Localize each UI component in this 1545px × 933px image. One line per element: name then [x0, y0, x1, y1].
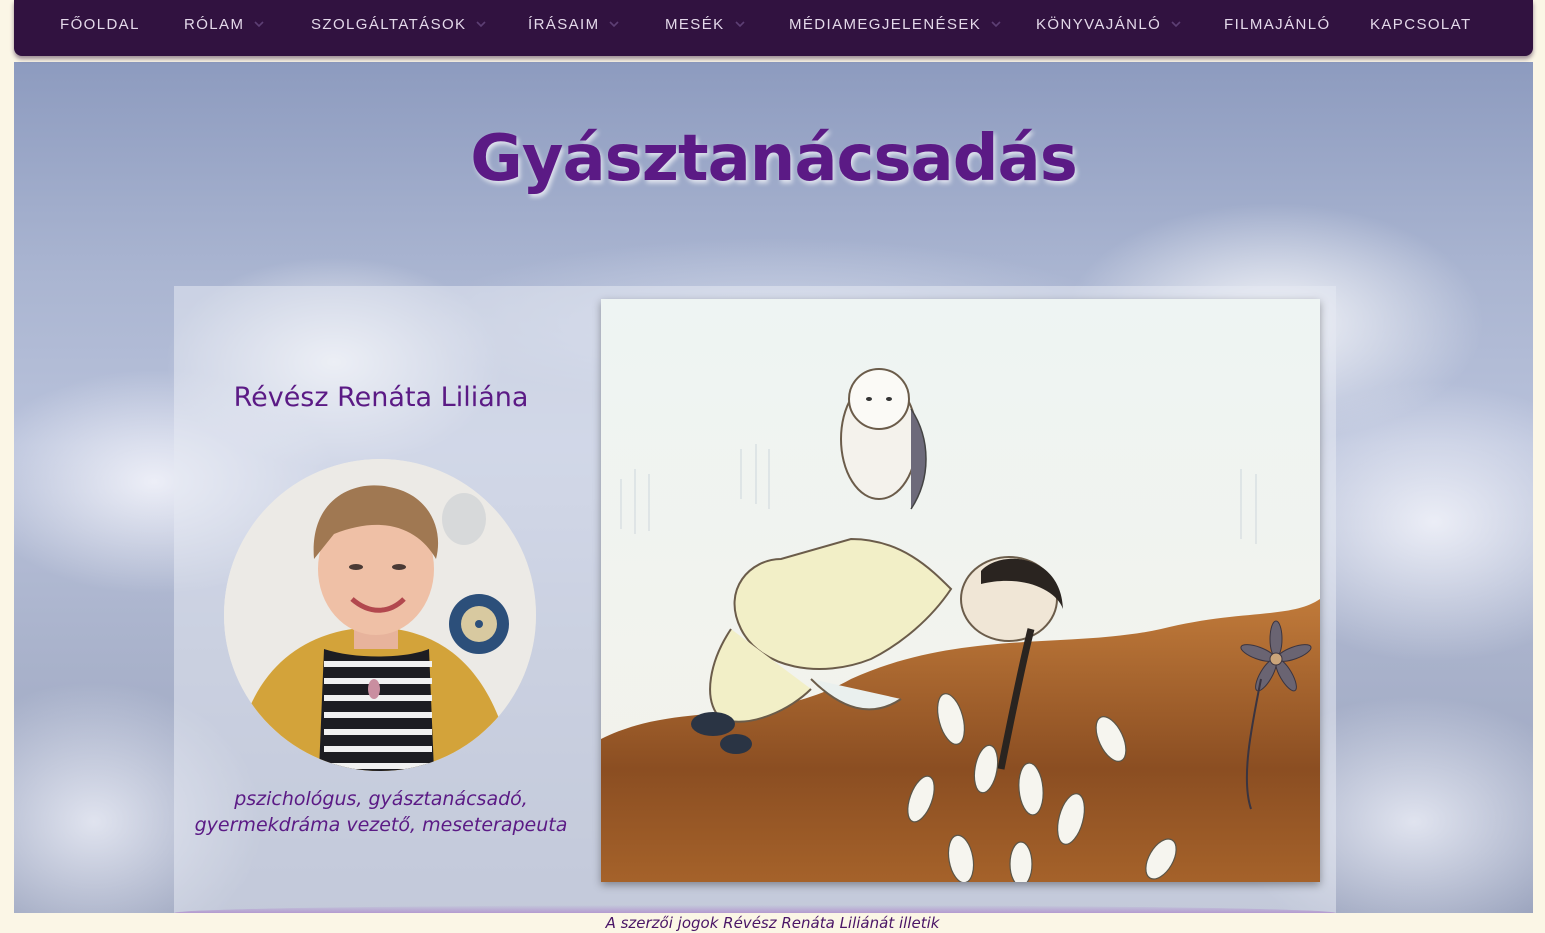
chevron-down-icon — [609, 21, 620, 28]
nav-item-filmajanlo[interactable]: FILMAJÁNLÓ — [1224, 14, 1331, 34]
nav-item-kapcsolat[interactable]: KAPCSOLAT — [1370, 14, 1472, 34]
nav-item-label: FŐOLDAL — [60, 15, 140, 33]
nav-item-konyvajanlo[interactable]: KÖNYVAJÁNLÓ — [1036, 14, 1182, 34]
nav-item-label: MESÉK — [665, 15, 725, 33]
panel-bottom-edge — [174, 905, 1336, 913]
content-panel: Révész Renáta Liliána pszichológus, gyás… — [174, 286, 1336, 913]
artwork-painting — [601, 299, 1320, 882]
nav-item-rolam[interactable]: RÓLAM — [184, 14, 265, 34]
nav-item-label: KAPCSOLAT — [1370, 15, 1472, 33]
main-navigation: FŐOLDAL RÓLAM SZOLGÁLTATÁSOK ÍRÁSAIM MES… — [14, 0, 1533, 56]
chevron-down-icon — [254, 21, 264, 28]
nav-item-irasaim[interactable]: ÍRÁSAIM — [528, 14, 620, 34]
chevron-down-icon — [1171, 21, 1181, 28]
author-role-line1: pszichológus, gyásztanácsadó, — [234, 788, 528, 810]
nav-item-label: FILMAJÁNLÓ — [1224, 15, 1331, 33]
footer-copyright: A szerzői jogok Révész Renáta Liliánát i… — [605, 914, 940, 932]
chevron-down-icon — [734, 21, 745, 28]
author-role-line2: gyermekdráma vezető, meseterapeuta — [194, 814, 568, 836]
chevron-down-icon — [476, 21, 487, 28]
nav-item-label: KÖNYVAJÁNLÓ — [1036, 15, 1162, 33]
author-role: pszichológus, gyásztanácsadó, gyermekdrá… — [174, 786, 588, 838]
nav-item-fooldal[interactable]: FŐOLDAL — [60, 14, 140, 34]
nav-item-label: MÉDIAMEGJELENÉSEK — [789, 15, 982, 33]
nav-item-mesek[interactable]: MESÉK — [665, 14, 746, 34]
nav-item-label: SZOLGÁLTATÁSOK — [311, 15, 467, 33]
nav-item-szolgaltatasok[interactable]: SZOLGÁLTATÁSOK — [311, 14, 487, 34]
nav-item-mediamegjelenesek[interactable]: MÉDIAMEGJELENÉSEK — [789, 14, 1002, 34]
author-name: Révész Renáta Liliána — [233, 382, 529, 413]
hero-section: Gyásztanácsadás Révész Renáta Liliána ps… — [14, 62, 1533, 913]
author-avatar — [224, 459, 536, 771]
chevron-down-icon — [991, 21, 1001, 28]
page-title: Gyásztanácsadás — [470, 122, 1078, 196]
nav-item-label: RÓLAM — [184, 15, 245, 33]
nav-item-label: ÍRÁSAIM — [528, 15, 600, 33]
